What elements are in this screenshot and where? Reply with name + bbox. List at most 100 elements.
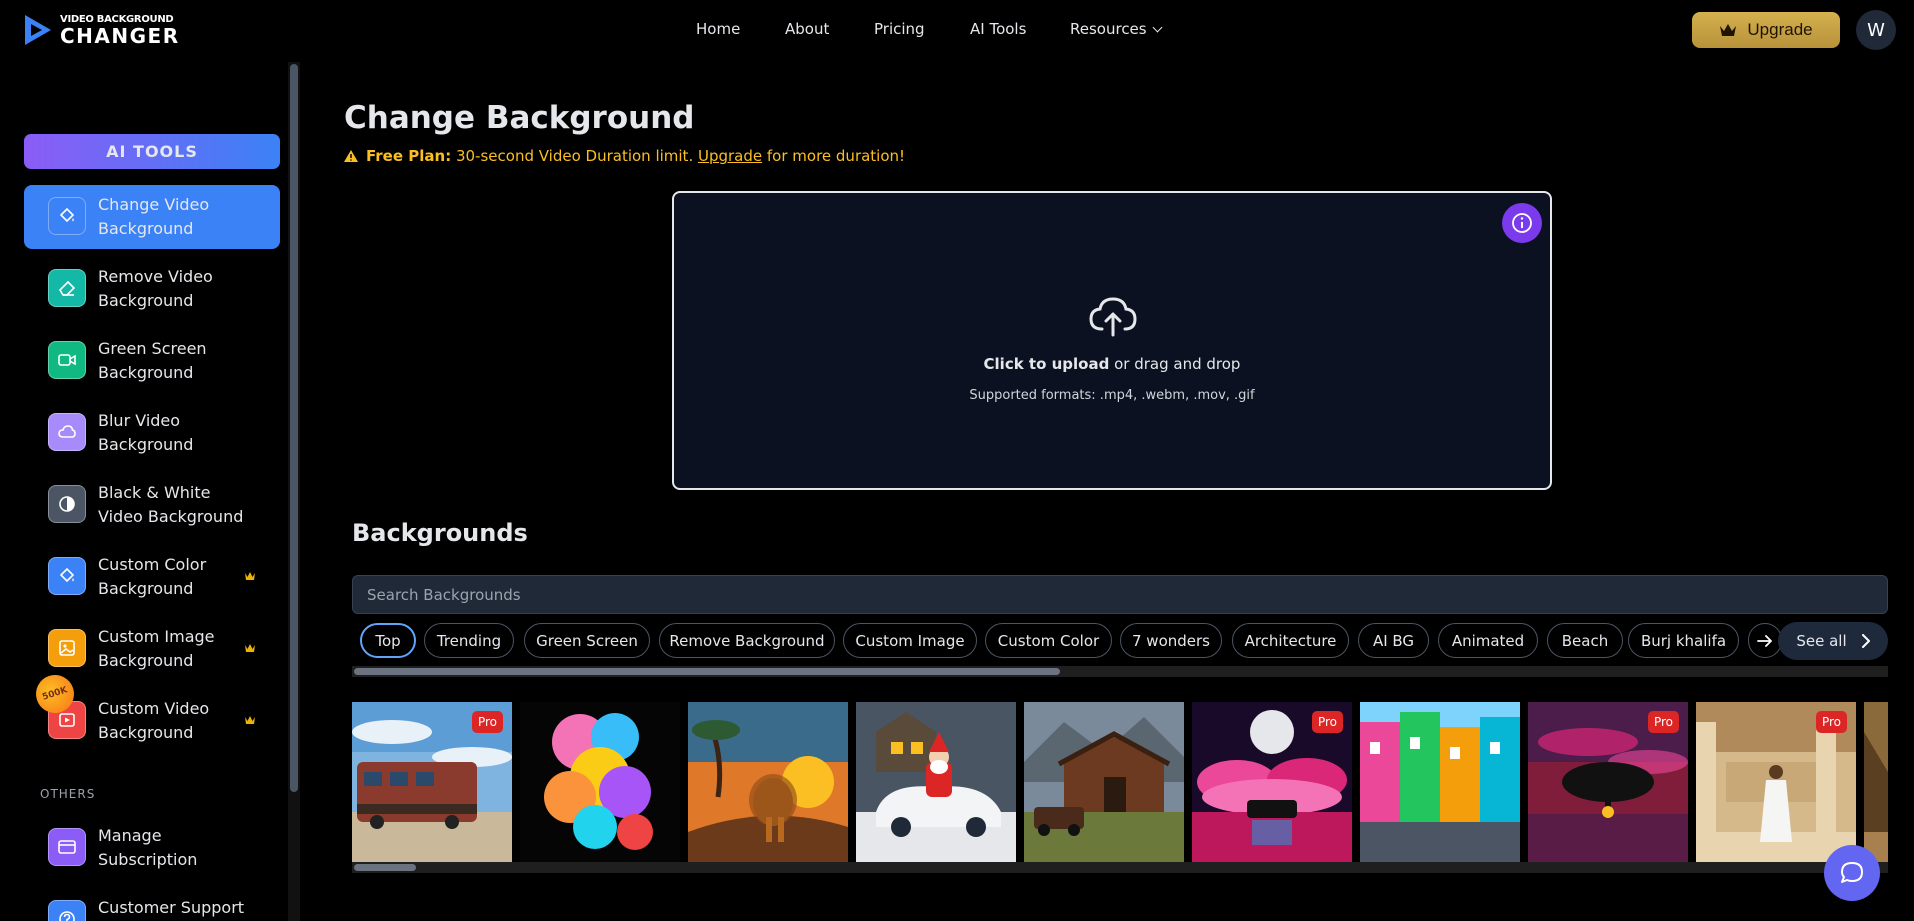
chip-burj-khalifa[interactable]: Burj khalifa [1628,623,1739,658]
plan-tail: for more duration! [762,147,906,165]
chip-custom-image[interactable]: Custom Image [843,623,977,658]
upgrade-button[interactable]: Upgrade [1692,12,1840,48]
sidebar-item-label: Manage Subscription [98,826,198,869]
sidebar-item-custom-color-background[interactable]: Custom Color Background [24,545,280,609]
background-thumbnails: Pro Pro Pro Pro [352,702,1888,862]
free-plan-notice: Free Plan: 30-second Video Duration limi… [344,147,905,165]
pro-badge: Pro [1815,711,1847,733]
thumbnail-lion-sunset[interactable] [688,702,848,862]
upload-cloud-icon [1089,297,1137,337]
sidebar-item-remove-video-background[interactable]: Remove Video Background [24,257,280,321]
sidebar-item-label: Remove Video Background [98,267,213,310]
pro-crown-icon [245,716,255,724]
sidebar-item-label: Customer Support [98,898,245,917]
chevron-right-icon [1861,634,1870,648]
paint-bucket-icon [48,197,86,235]
sidebar-item-blur-video-background[interactable]: Blur Video Background [24,401,280,465]
others-heading: OTHERS [40,787,96,801]
chip-remove-background[interactable]: Remove Background [659,623,835,658]
chip-trending[interactable]: Trending [424,623,514,658]
supported-formats: Supported formats: .mp4, .webm, .mov, .g… [969,388,1255,403]
main-nav: Home About Pricing AI Tools Resources [0,20,1914,40]
chevron-down-icon [1152,22,1163,33]
sidebar-item-change-video-background[interactable]: Change Video Background [24,185,280,249]
paint-bucket-icon [48,557,86,595]
crown-icon [1720,24,1737,36]
sidebar-item-customer-support[interactable]: Customer Support [24,888,280,921]
thumbnail-colorful-street[interactable] [1360,702,1520,862]
drag-and-drop-text: or drag and drop [1109,355,1241,373]
help-icon [48,900,86,921]
image-icon [48,629,86,667]
info-icon [1512,213,1532,233]
sidebar: AI TOOLS Change Video Background Remove … [0,60,300,921]
info-button[interactable] [1502,203,1542,243]
top-header: VIDEO BACKGROUND CHANGER Home About Pric… [0,0,1914,60]
sidebar-item-label: Custom Color Background [98,555,207,598]
thumbnail-train[interactable]: Pro [352,702,512,862]
thumbnail-pyramid[interactable] [1864,702,1888,862]
pro-badge: Pro [471,711,503,733]
nav-pricing[interactable]: Pricing [874,20,925,38]
user-avatar[interactable]: W [1856,10,1896,50]
search-backgrounds-input[interactable] [352,575,1888,614]
contrast-icon [48,485,86,523]
sidebar-item-label: Green Screen Background [98,339,207,382]
eraser-icon [48,269,86,307]
chip-green-screen[interactable]: Green Screen [524,623,650,658]
thumbnails-scrollbar[interactable] [352,862,1888,873]
ai-tools-heading: AI TOOLS [24,134,280,169]
plan-label: Free Plan: [366,147,452,165]
thumbnail-santa-car[interactable] [856,702,1016,862]
chip-animated[interactable]: Animated [1438,623,1538,658]
pro-crown-icon [245,572,255,580]
category-chips: Top Trending Green Screen Remove Backgro… [352,622,1888,660]
chips-scrollbar-thumb[interactable] [354,668,1060,675]
thumbnail-color-smoke[interactable] [520,702,680,862]
click-to-upload[interactable]: Click to upload [984,355,1110,373]
page-title: Change Background [344,100,695,136]
sidebar-item-custom-image-background[interactable]: Custom Image Background [24,617,280,681]
cloud-icon [48,413,86,451]
card-icon [48,828,86,866]
sidebar-item-manage-subscription[interactable]: Manage Subscription [24,816,280,880]
chip-top[interactable]: Top [360,623,416,658]
scroll-right-arrow-icon[interactable] [1748,623,1782,658]
plan-text: 30-second Video Duration limit. [451,147,698,165]
sidebar-item-black-white-video-background[interactable]: Black & White Video Background [24,473,280,537]
thumbnail-pink-moon-car[interactable]: Pro [1192,702,1352,862]
upload-dropzone[interactable]: Click to upload or drag and drop Support… [672,191,1552,490]
chip-beach[interactable]: Beach [1547,623,1623,658]
chip-custom-color[interactable]: Custom Color [985,623,1112,658]
thumbnail-ancient-ruins[interactable]: Pro [1696,702,1856,862]
nav-ai-tools[interactable]: AI Tools [970,20,1026,38]
upgrade-link[interactable]: Upgrade [698,147,762,165]
warning-icon [344,150,358,162]
sidebar-item-label: Custom Image Background [98,627,215,670]
chip-7-wonders[interactable]: 7 wonders [1120,623,1222,658]
chat-support-button[interactable] [1824,845,1880,901]
nav-about[interactable]: About [785,20,829,38]
pro-badge: Pro [1311,711,1343,733]
nav-resources[interactable]: Resources [1070,20,1163,38]
thumbnails-scrollbar-thumb[interactable] [354,864,416,871]
sidebar-item-label: Black & White Video Background [98,483,244,526]
chip-ai-bg[interactable]: AI BG [1358,623,1429,658]
sidebar-item-custom-video-background[interactable]: 500K Custom Video Background [24,670,280,753]
thumbnail-barn-truck[interactable] [1024,702,1184,862]
sidebar-item-label: Blur Video Background [98,411,194,454]
sidebar-scrollbar-thumb[interactable] [290,64,298,792]
upgrade-label: Upgrade [1747,20,1813,39]
see-all-label: See all [1796,632,1847,650]
thumbnail-red-tree[interactable]: Pro [1528,702,1688,862]
nav-resources-label: Resources [1070,20,1147,38]
pro-badge: Pro [1647,711,1679,733]
nav-home[interactable]: Home [696,20,740,38]
sidebar-item-green-screen-background[interactable]: Green Screen Background [24,329,280,393]
backgrounds-heading: Backgrounds [352,519,528,547]
see-all-button[interactable]: See all [1778,622,1888,660]
chat-bubble-icon [1841,862,1863,883]
video-camera-icon [48,341,86,379]
sidebar-item-label: Change Video Background [98,195,210,238]
chip-architecture[interactable]: Architecture [1232,623,1349,658]
